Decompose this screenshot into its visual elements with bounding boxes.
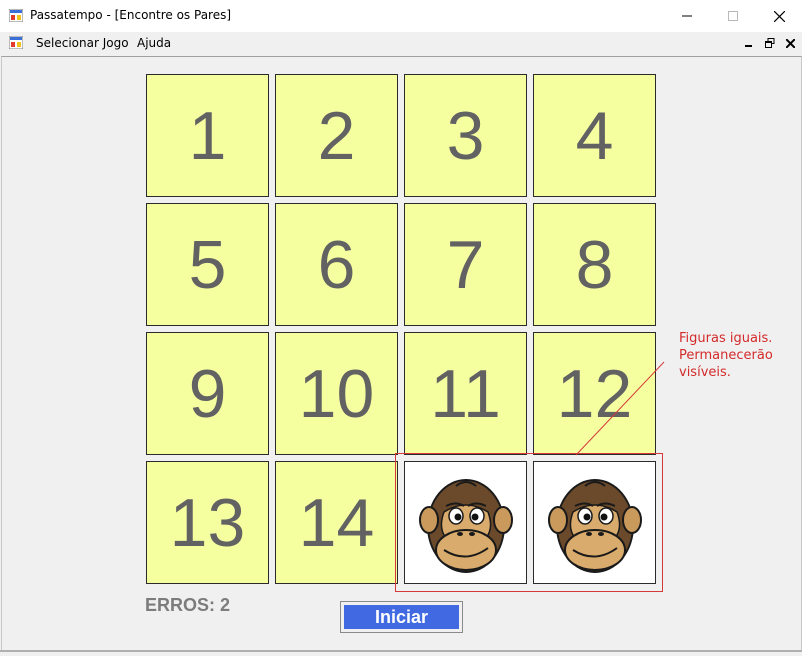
window-bottom-border (0, 650, 802, 652)
monkey-icon (547, 478, 642, 573)
menu-ajuda[interactable]: Ajuda (137, 36, 171, 50)
card-number: 1 (188, 97, 227, 174)
card-tile[interactable]: 2 (275, 74, 398, 197)
card-number: 5 (188, 226, 227, 303)
restore-icon (765, 38, 775, 48)
annotation-line: visíveis. (679, 365, 731, 380)
mdi-restore-button[interactable] (763, 36, 777, 50)
card-tile[interactable]: 12 (533, 332, 656, 455)
card-number: 12 (556, 355, 633, 432)
card-number: 7 (446, 226, 485, 303)
mdi-minimize-button[interactable] (742, 36, 756, 50)
card-number: 14 (298, 484, 375, 561)
card-number: 3 (446, 97, 485, 174)
annotation-text: Figuras iguais. Permanecerão visíveis. (679, 330, 789, 381)
card-tile[interactable]: 10 (275, 332, 398, 455)
close-icon (773, 10, 785, 22)
card-tile[interactable]: 6 (275, 203, 398, 326)
start-button-label: Iniciar (344, 605, 459, 629)
card-tile[interactable]: 3 (404, 74, 527, 197)
maximize-icon (728, 11, 738, 21)
minimize-icon (682, 15, 692, 17)
title-bar: Passatempo - [Encontre os Pares] (0, 0, 802, 32)
card-tile-revealed[interactable] (404, 461, 527, 584)
menu-selecionar-jogo[interactable]: Selecionar Jogo (36, 36, 129, 50)
card-tile[interactable]: 4 (533, 74, 656, 197)
card-number: 13 (169, 484, 246, 561)
card-number: 2 (317, 97, 356, 174)
card-number: 11 (430, 355, 501, 432)
card-tile[interactable]: 8 (533, 203, 656, 326)
annotation-line: Figuras iguais. (679, 331, 773, 346)
annotation-line: Permanecerão (679, 348, 773, 363)
menu-bar: Selecionar Jogo Ajuda (0, 32, 802, 54)
monkey-icon (418, 478, 513, 573)
minimize-icon (745, 45, 752, 47)
card-tile-revealed[interactable] (533, 461, 656, 584)
card-number: 9 (188, 355, 227, 432)
minimize-button[interactable] (664, 0, 710, 32)
card-tile[interactable]: 11 (404, 332, 527, 455)
card-tile[interactable]: 1 (146, 74, 269, 197)
card-number: 8 (575, 226, 614, 303)
card-tile[interactable]: 14 (275, 461, 398, 584)
errors-counter: ERROS: 2 (145, 595, 231, 615)
card-number: 4 (575, 97, 614, 174)
app-icon (9, 9, 23, 22)
start-button[interactable]: Iniciar (340, 601, 463, 633)
mdi-close-button[interactable] (783, 36, 797, 50)
mdi-child-icon[interactable] (9, 36, 23, 49)
card-number: 10 (298, 355, 375, 432)
card-tile[interactable]: 9 (146, 332, 269, 455)
card-tile[interactable]: 7 (404, 203, 527, 326)
card-number: 6 (317, 226, 356, 303)
window-title: Passatempo - [Encontre os Pares] (30, 8, 232, 22)
card-tile[interactable]: 5 (146, 203, 269, 326)
close-icon (785, 38, 795, 48)
card-tile[interactable]: 13 (146, 461, 269, 584)
maximize-button[interactable] (710, 0, 756, 32)
close-button[interactable] (756, 0, 802, 32)
